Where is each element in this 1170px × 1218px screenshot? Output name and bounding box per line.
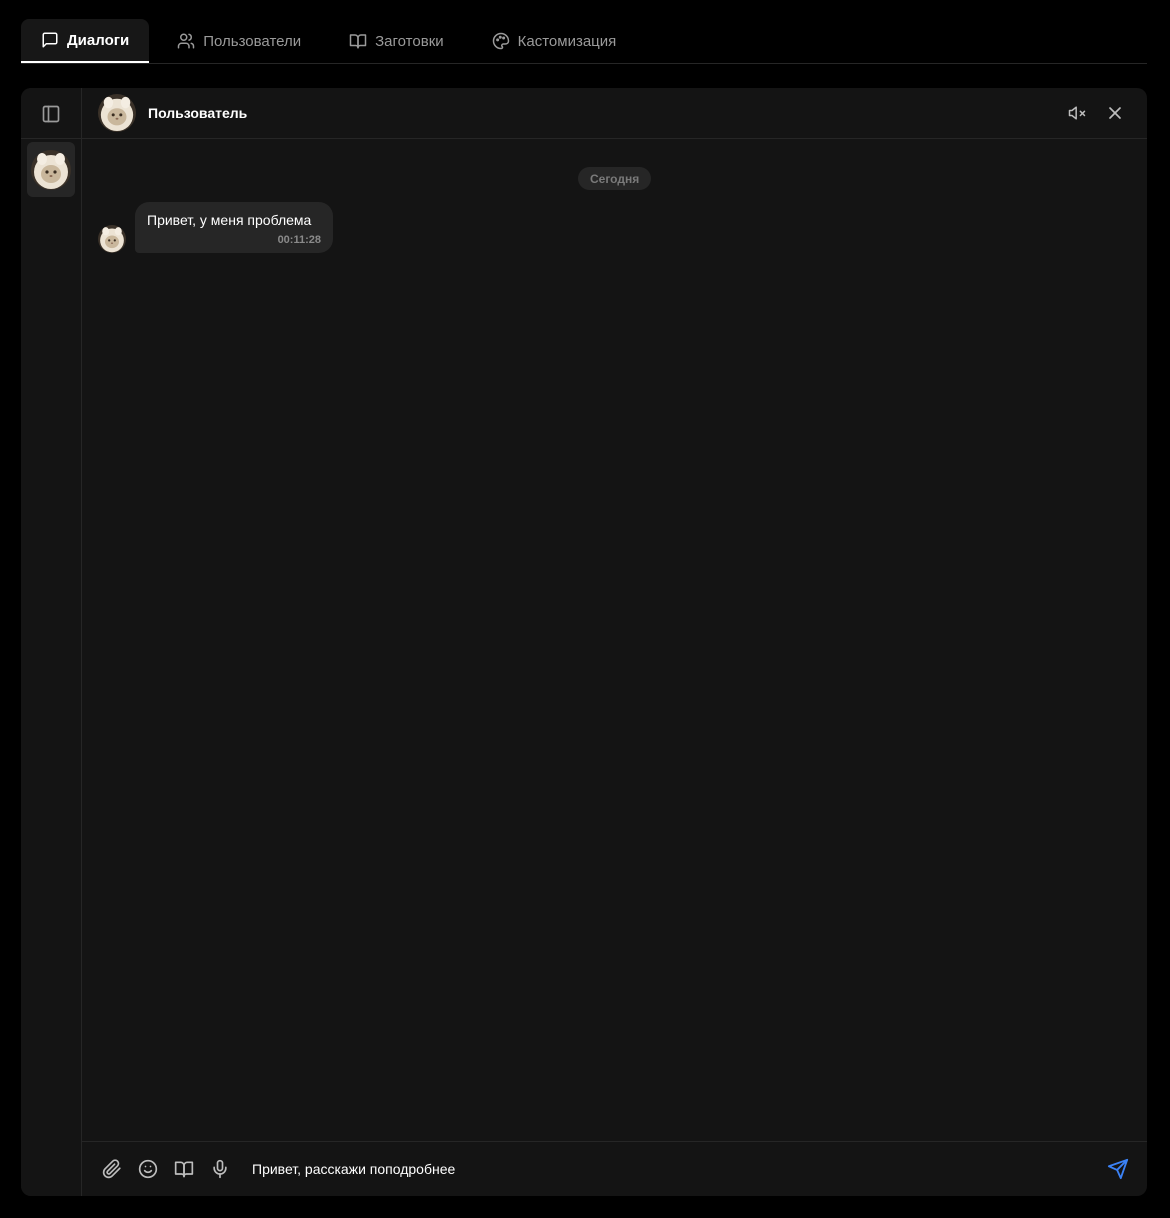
send-icon[interactable] — [1107, 1158, 1129, 1180]
tab-templates[interactable]: Заготовки — [329, 19, 464, 63]
paperclip-icon[interactable] — [102, 1159, 122, 1179]
dialog-panel: Пользователь Сегодня Привет, у меня проб… — [21, 88, 1147, 1196]
chat-bubble-icon — [42, 32, 58, 48]
conversation-item[interactable] — [27, 142, 75, 197]
divider — [21, 138, 82, 139]
message-text: Привет, у меня проблема — [147, 212, 312, 228]
tab-dialogs[interactable]: Диалоги — [21, 19, 150, 63]
contact-name: Пользователь — [148, 105, 248, 121]
date-separator: Сегодня — [578, 167, 652, 190]
message-input[interactable] — [252, 1161, 1095, 1177]
tab-label: Заготовки — [375, 32, 444, 50]
tab-label: Диалоги — [67, 31, 130, 49]
smile-icon[interactable] — [138, 1159, 158, 1179]
users-icon — [177, 33, 195, 49]
book-icon[interactable] — [174, 1159, 194, 1179]
tab-bar: Диалоги Пользователи Заготовки Кастомиза… — [21, 19, 1147, 64]
tab-label: Кастомизация — [517, 32, 617, 50]
chat-area: Пользователь Сегодня Привет, у меня проб… — [82, 88, 1147, 1196]
message-avatar — [98, 225, 126, 253]
message-bubble[interactable]: Привет, у меня проблема 00:11:28 — [135, 202, 333, 253]
sidebar-toggle-icon[interactable] — [41, 104, 61, 124]
chat-header: Пользователь — [82, 88, 1147, 139]
conversation-sidebar — [21, 88, 82, 1196]
message-composer — [82, 1141, 1147, 1196]
close-icon[interactable] — [1105, 103, 1125, 123]
book-icon — [349, 34, 367, 49]
contact-avatar[interactable] — [98, 94, 136, 132]
avatar — [31, 150, 71, 190]
tab-label: Пользователи — [203, 32, 302, 50]
tab-users[interactable]: Пользователи — [157, 19, 321, 63]
tab-customization[interactable]: Кастомизация — [472, 19, 637, 63]
message-time: 00:11:28 — [277, 234, 321, 246]
message-row: Привет, у меня проблема 00:11:28 — [98, 202, 333, 253]
microphone-icon[interactable] — [210, 1159, 230, 1179]
palette-icon — [492, 32, 509, 50]
mute-icon[interactable] — [1067, 103, 1087, 123]
